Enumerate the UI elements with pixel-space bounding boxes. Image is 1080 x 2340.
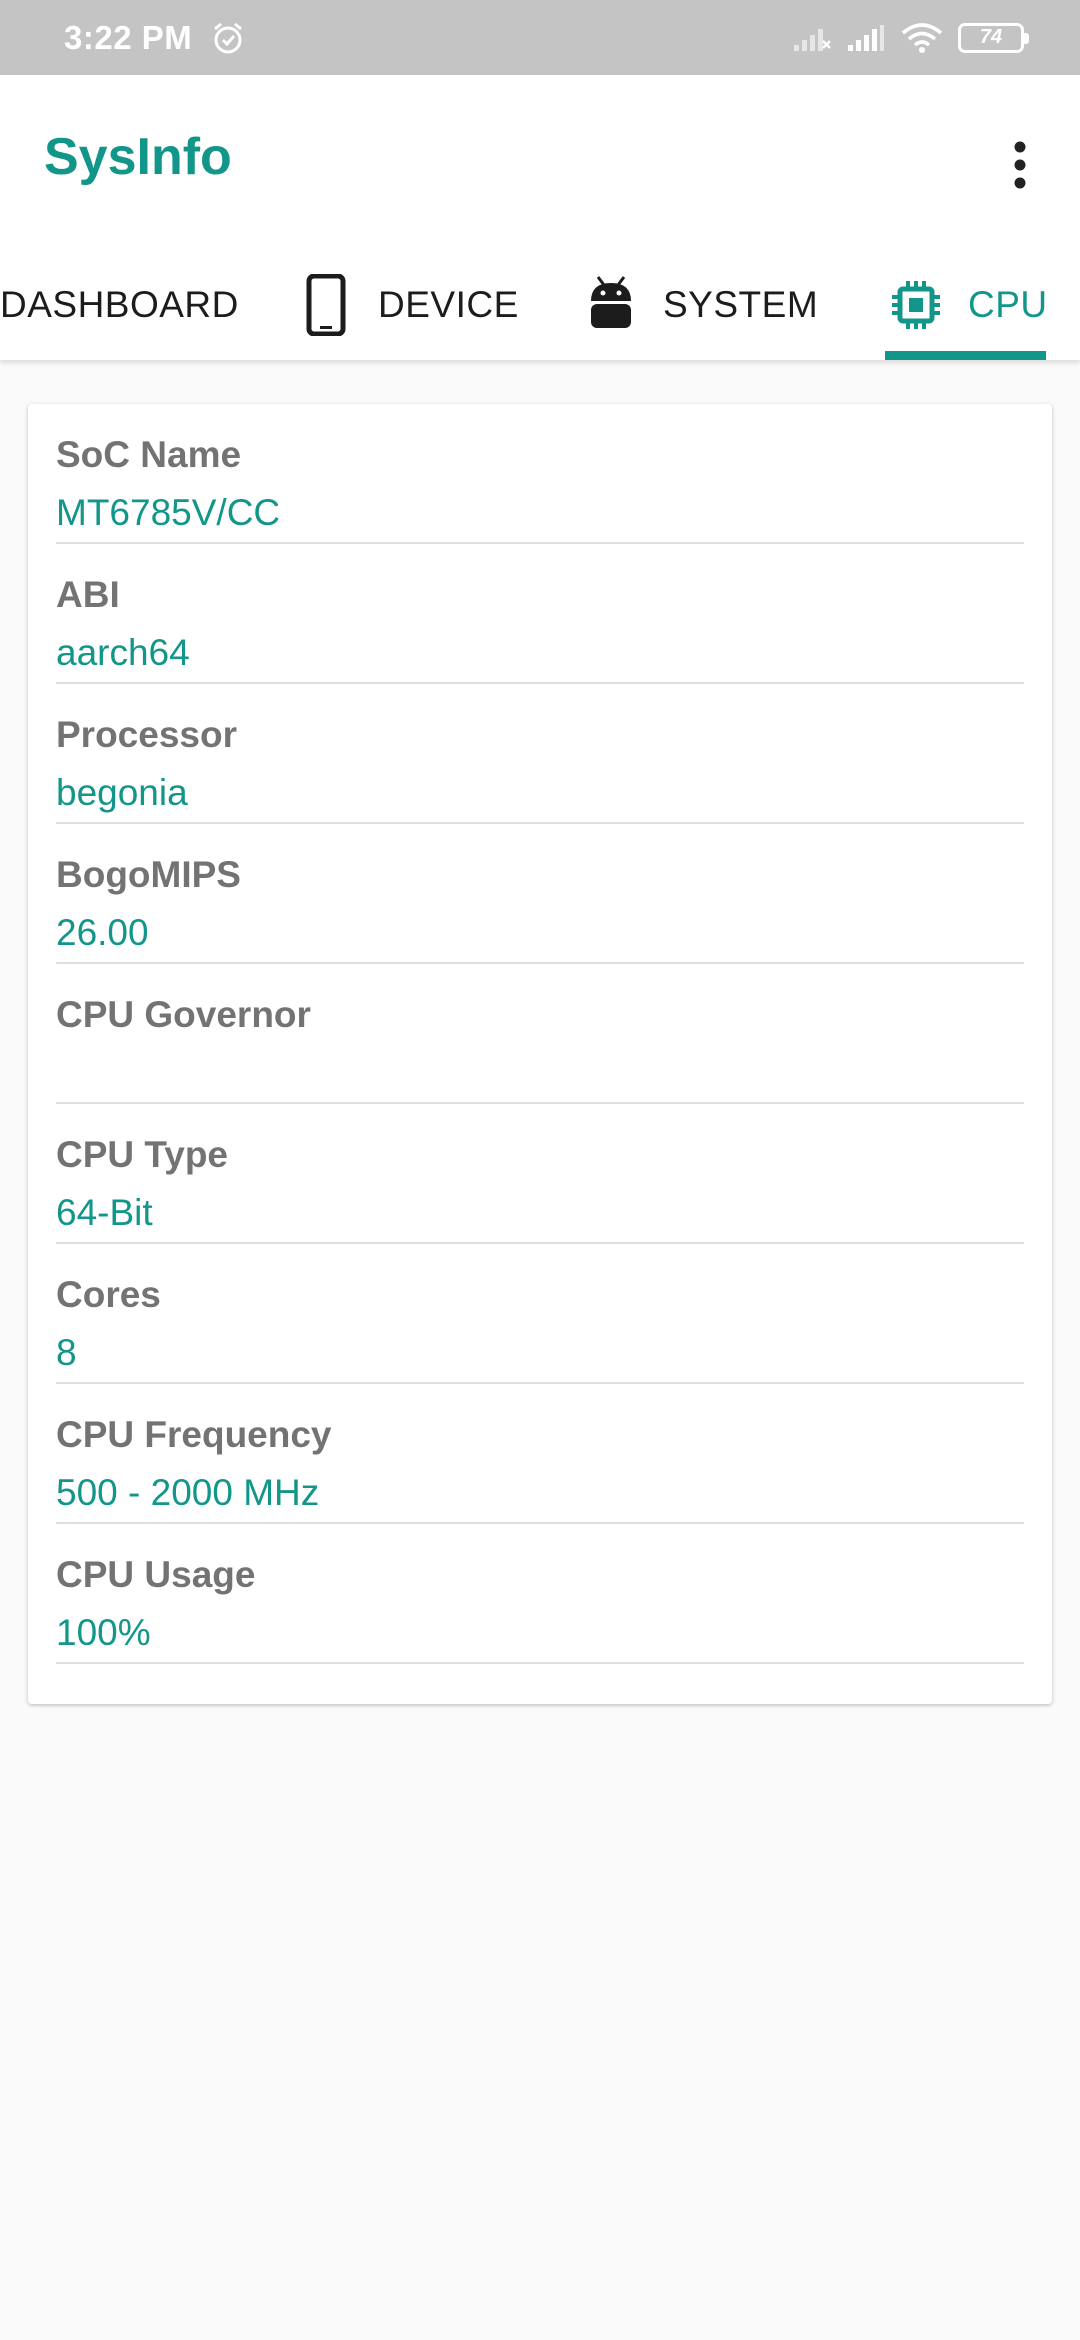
battery-indicator: 74 — [958, 22, 1029, 53]
tab-label: CPU — [968, 284, 1048, 325]
info-label: CPU Frequency — [56, 1414, 332, 1455]
info-row-cpu-usage: CPU Usage 100% — [56, 1524, 1024, 1664]
info-label: BogoMIPS — [56, 854, 241, 895]
tab-device[interactable]: DEVICE — [300, 250, 519, 360]
info-value: MT6785V/CC — [56, 492, 281, 533]
tab-system[interactable]: SYSTEM — [585, 250, 818, 360]
info-label: Cores — [56, 1274, 161, 1315]
info-value: 64-Bit — [56, 1192, 153, 1233]
cpu-info-card: SoC Name MT6785V/CC ABI aarch64 Processo… — [28, 404, 1052, 1704]
info-value: 8 — [56, 1332, 77, 1373]
chip-icon — [890, 273, 942, 337]
tab-dashboard[interactable]: DASHBOARD — [0, 250, 239, 360]
info-label: CPU Type — [56, 1134, 229, 1175]
status-time: 3:22 PM — [64, 18, 193, 56]
app-title: SysInfo — [44, 128, 232, 186]
tab-label: DEVICE — [378, 284, 519, 325]
android-icon — [585, 273, 637, 337]
info-value: begonia — [56, 772, 188, 813]
tab-cpu[interactable]: CPU — [890, 250, 1048, 360]
info-label: SoC Name — [56, 434, 242, 475]
alarm-icon — [210, 20, 246, 56]
status-icons: 74 — [792, 22, 1029, 54]
signal-icon — [846, 23, 886, 53]
info-label: Processor — [56, 714, 237, 755]
more-vert-icon — [1014, 141, 1026, 189]
info-value: 26.00 — [56, 912, 149, 953]
info-label: ABI — [56, 574, 120, 615]
signal-weak-icon — [792, 23, 832, 53]
info-row-processor: Processor begonia — [56, 684, 1024, 824]
phone-icon — [300, 273, 352, 337]
info-label: CPU Usage — [56, 1554, 256, 1595]
info-value: 100% — [56, 1612, 151, 1653]
info-row-cpu-type: CPU Type 64-Bit — [56, 1104, 1024, 1244]
info-row-soc-name: SoC Name MT6785V/CC — [56, 404, 1024, 544]
info-label: CPU Governor — [56, 994, 311, 1035]
info-value: 500 - 2000 MHz — [56, 1472, 320, 1513]
info-row-cpu-governor: CPU Governor — [56, 964, 1024, 1104]
info-row-bogomips: BogoMIPS 26.00 — [56, 824, 1024, 964]
overflow-menu-button[interactable] — [990, 125, 1050, 205]
tab-label: DASHBOARD — [0, 284, 239, 325]
wifi-icon — [900, 22, 944, 54]
app-bar: SysInfo DASHBOARD DEVICE SYSTEM CPU — [0, 75, 1080, 360]
info-row-cores: Cores 8 — [56, 1244, 1024, 1384]
info-row-cpu-frequency: CPU Frequency 500 - 2000 MHz — [56, 1384, 1024, 1524]
tab-label: SYSTEM — [663, 284, 819, 325]
info-row-abi: ABI aarch64 — [56, 544, 1024, 684]
status-bar: 3:22 PM 74 — [0, 0, 1080, 75]
info-value: aarch64 — [56, 632, 190, 673]
active-tab-indicator — [885, 351, 1046, 360]
tab-bar: DASHBOARD DEVICE SYSTEM CPU — [0, 250, 1080, 360]
